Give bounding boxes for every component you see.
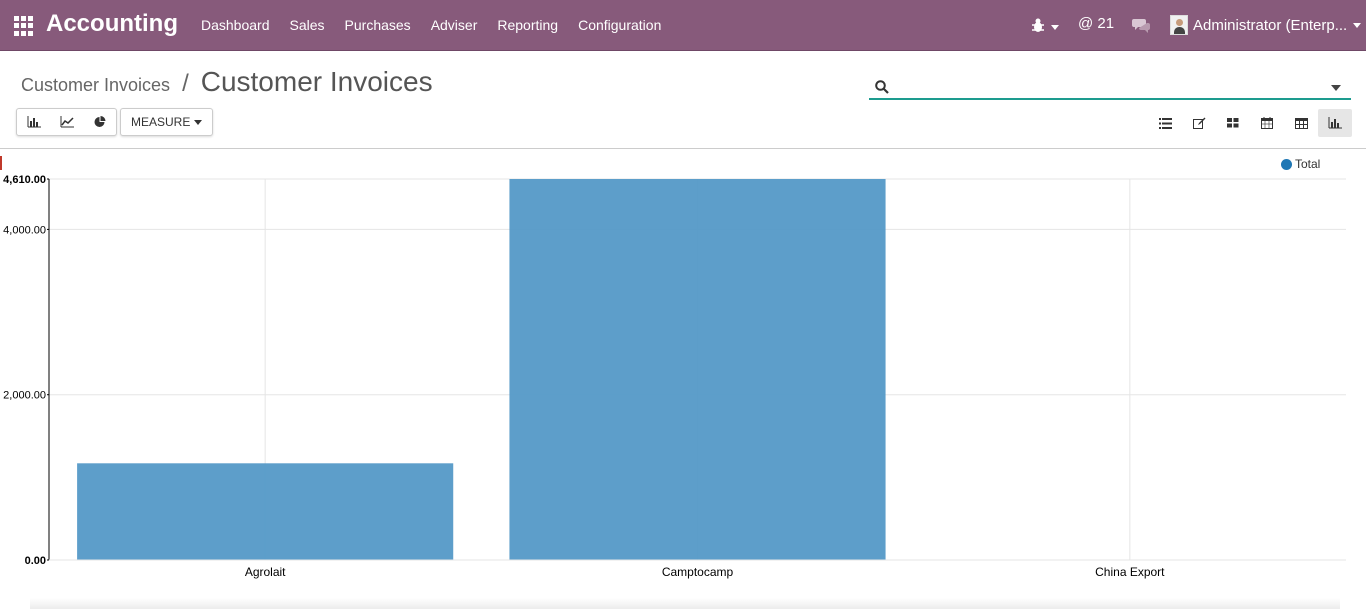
pivot-view-button[interactable] (1284, 109, 1318, 137)
graph-view-icon (1328, 117, 1342, 129)
form-view-icon (1192, 117, 1205, 129)
measure-label: MEASURE (131, 115, 191, 129)
bar-agrolait (77, 463, 454, 560)
menu-item-configuration[interactable]: Configuration (568, 0, 671, 51)
menu-item-purchases[interactable]: Purchases (335, 0, 421, 51)
page-title: Customer Invoices (200, 66, 433, 97)
chevron-down-icon (194, 119, 203, 125)
chevron-down-icon (1353, 22, 1362, 28)
legend-label: Total (1295, 157, 1321, 171)
measure-dropdown-button[interactable]: MEASURE (120, 108, 214, 136)
list-view-icon (1158, 117, 1172, 129)
form-view-button[interactable] (1182, 109, 1216, 137)
x-tick-label: China Export (1095, 565, 1165, 579)
search-bar (869, 76, 1351, 100)
kanban-view-button[interactable] (1216, 109, 1250, 137)
y-tick-label: 0.00 (25, 555, 46, 567)
graph-view-button[interactable] (1318, 109, 1352, 137)
top-navbar: Accounting Dashboard Sales Purchases Adv… (0, 0, 1366, 51)
chart-type-buttons (16, 108, 117, 136)
debug-menu-icon[interactable] (1031, 16, 1061, 36)
view-switcher (1148, 109, 1352, 137)
menu-item-adviser[interactable]: Adviser (421, 0, 488, 51)
line-chart-icon (60, 116, 74, 128)
breadcrumb: Customer Invoices / Customer Invoices (21, 66, 433, 98)
app-title: Accounting (46, 10, 178, 37)
menu-item-sales[interactable]: Sales (280, 0, 335, 51)
legend-swatch (1281, 158, 1292, 170)
x-tick-label: Camptocamp (662, 565, 734, 579)
calendar-view-icon (1261, 117, 1273, 129)
search-input[interactable] (893, 77, 1323, 97)
breadcrumb-separator: / (182, 70, 189, 97)
bar-chart: 0.00 2,000.00 4,000.00 4,610.00 Agrolait Camp… (3, 174, 1346, 579)
pie-chart-button[interactable] (83, 109, 116, 135)
line-chart-button[interactable] (50, 109, 83, 135)
y-tick-label: 4,000.00 (3, 224, 46, 236)
chart-legend[interactable]: Total (1281, 157, 1320, 171)
user-name: Administrator (Enterp... (1193, 16, 1348, 34)
bottom-fade (30, 598, 1340, 609)
kanban-view-icon (1227, 118, 1239, 128)
search-options-chevron-icon[interactable] (1331, 85, 1341, 91)
chat-icon[interactable] (1132, 16, 1150, 34)
search-icon (875, 80, 889, 94)
y-tick-label: 2,000.00 (3, 390, 46, 402)
main-menu: Dashboard Sales Purchases Adviser Report… (191, 0, 671, 51)
calendar-view-button[interactable] (1250, 109, 1284, 137)
list-view-button[interactable] (1148, 109, 1182, 137)
x-tick-label: Agrolait (245, 565, 286, 579)
breadcrumb-parent-link[interactable]: Customer Invoices (21, 75, 170, 96)
menu-item-dashboard[interactable]: Dashboard (191, 0, 280, 51)
bar-chart-icon (27, 116, 41, 128)
y-tick-label: 4,610.00 (3, 174, 46, 186)
bar-camptocamp (509, 179, 886, 560)
apps-menu-icon[interactable] (14, 16, 34, 36)
avatar (1170, 15, 1188, 35)
menu-item-reporting[interactable]: Reporting (487, 0, 568, 51)
user-menu[interactable]: Administrator (Enterp... (1170, 15, 1362, 35)
pie-chart-icon (94, 116, 105, 127)
bar-chart-button[interactable] (17, 109, 50, 135)
messages-counter[interactable]: @ 21 (1078, 15, 1114, 32)
pivot-view-icon (1294, 117, 1308, 129)
